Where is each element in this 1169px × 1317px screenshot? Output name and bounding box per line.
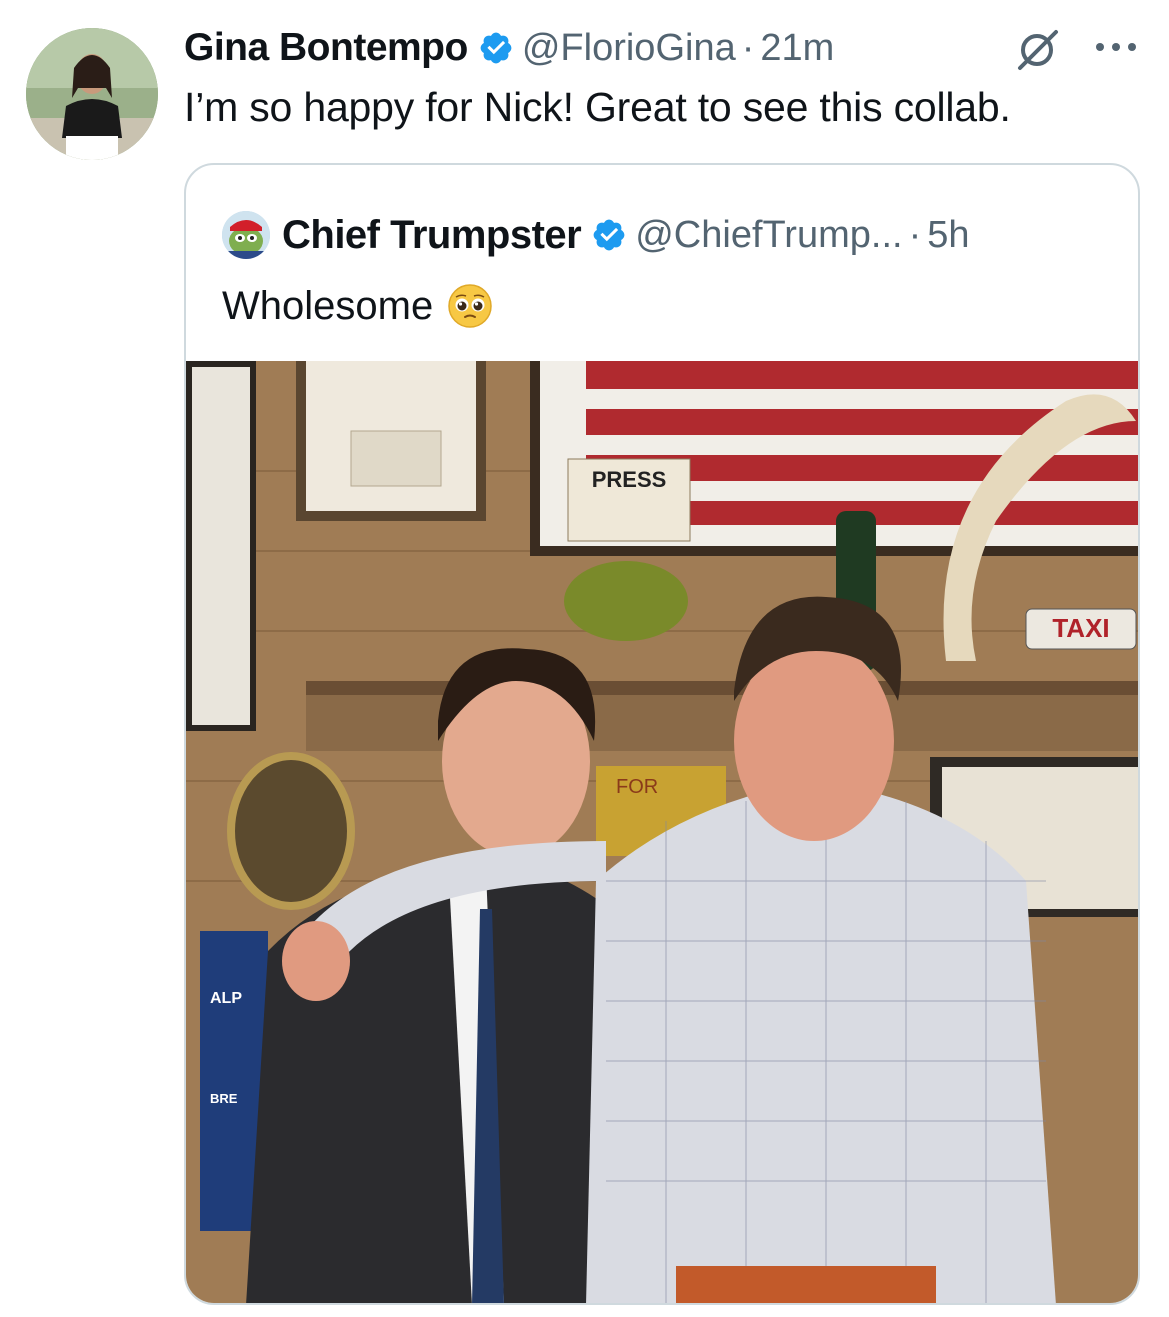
taxi-sign-text: TAXI xyxy=(1052,613,1109,643)
quoted-author-name[interactable]: Chief Trumpster xyxy=(282,213,582,258)
tweet-header: Gina Bontempo @FlorioGina · 21m xyxy=(184,22,834,74)
separator-dot: · xyxy=(741,26,755,69)
author-handle[interactable]: @FlorioGina xyxy=(522,27,736,70)
tweet-text: I’m so happy for Nick! Great to see this… xyxy=(184,84,1011,130)
author-name[interactable]: Gina Bontempo xyxy=(184,26,468,70)
press-sign-text: PRESS xyxy=(592,467,667,492)
quoted-tweet-text: Wholesome xyxy=(222,283,434,328)
bre-poster-text: BRE xyxy=(210,1091,238,1106)
verified-badge-icon[interactable] xyxy=(591,217,627,253)
quoted-tweet-timestamp[interactable]: 5h xyxy=(927,214,969,257)
author-avatar[interactable] xyxy=(26,28,158,160)
quoted-tweet-photo[interactable]: PRESS TAXI FOR ALP BRE xyxy=(186,361,1138,1303)
grok-icon[interactable] xyxy=(1012,26,1062,72)
tweet-timestamp[interactable]: 21m xyxy=(760,27,834,70)
quoted-author-handle[interactable]: @ChiefTrump... xyxy=(635,214,902,257)
quoted-author-avatar[interactable] xyxy=(222,211,270,259)
for-sign-text: FOR xyxy=(616,776,658,798)
quoted-tweet-text-row: Wholesome xyxy=(222,283,493,329)
pleading-face-emoji xyxy=(448,284,492,328)
more-options-icon[interactable] xyxy=(1092,32,1140,62)
alp-poster-text: ALP xyxy=(210,990,242,1007)
verified-badge-icon[interactable] xyxy=(478,30,514,66)
separator-dot: · xyxy=(908,213,922,256)
quoted-tweet-card[interactable]: Chief Trumpster @ChiefTrump... · 5h Whol… xyxy=(184,163,1140,1305)
quoted-tweet-header: Chief Trumpster @ChiefTrump... · 5h xyxy=(222,209,970,261)
